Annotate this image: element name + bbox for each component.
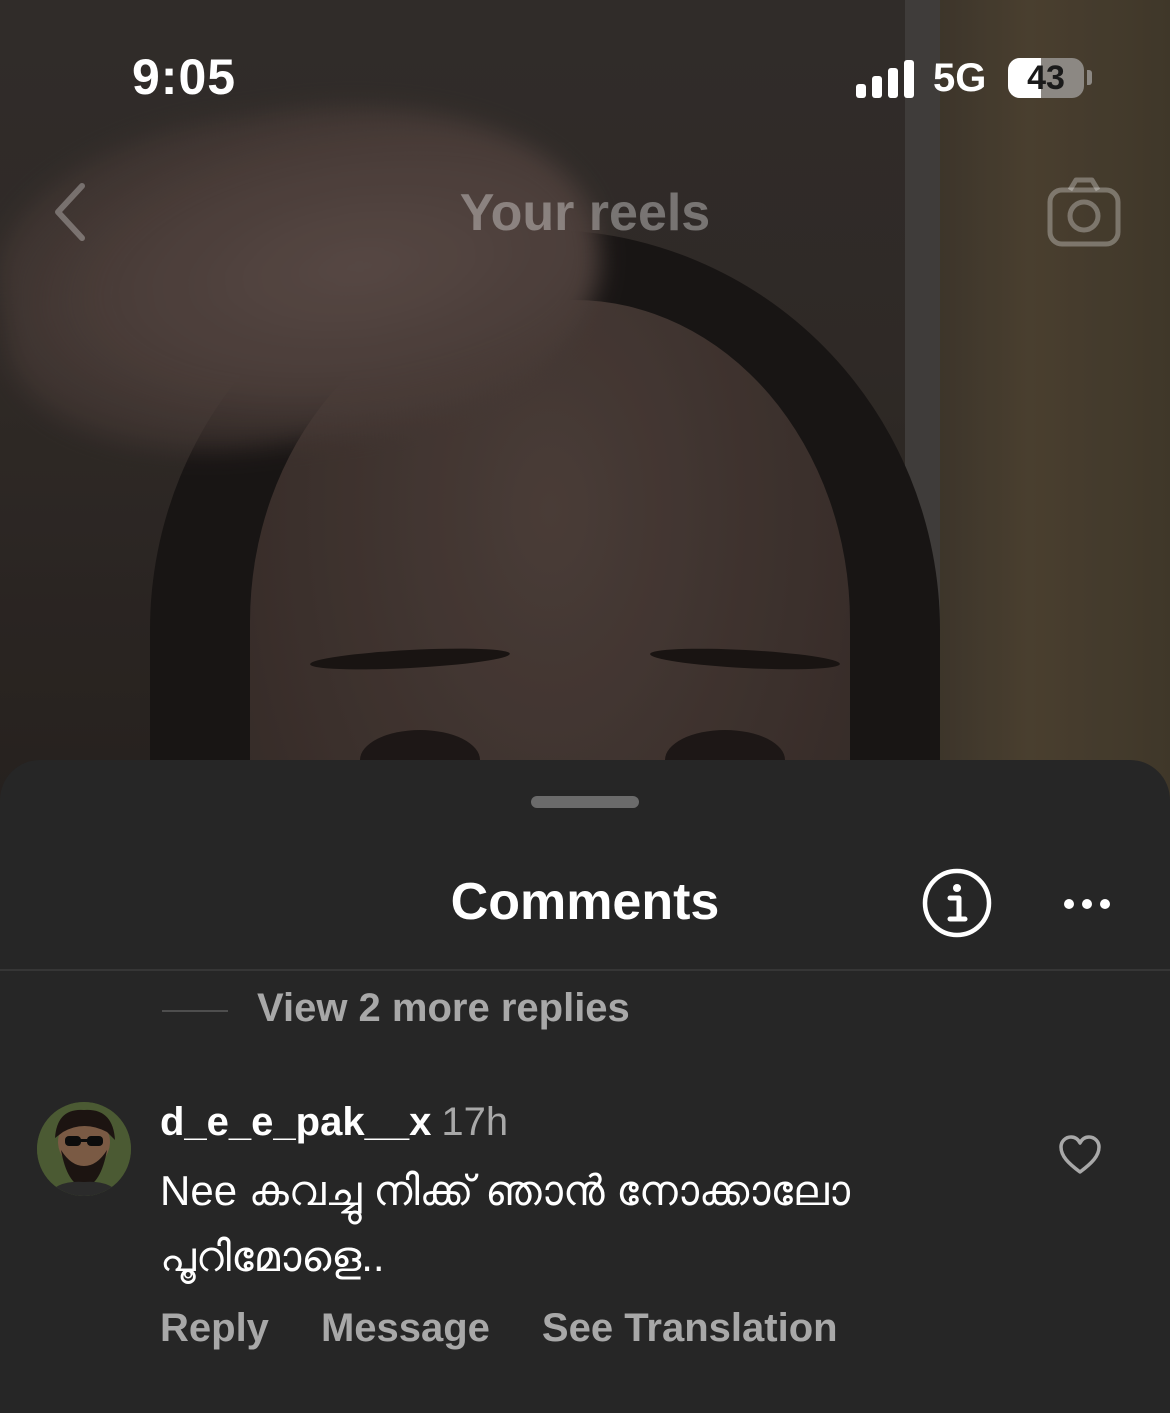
sheet-grabber[interactable]	[531, 796, 639, 808]
video-dim-overlay	[0, 0, 1170, 800]
view-more-replies-button[interactable]: View 2 more replies	[257, 986, 630, 1031]
comment-timestamp: 17h	[441, 1100, 509, 1144]
info-icon[interactable]	[922, 868, 992, 938]
reel-video-frame	[0, 0, 1170, 800]
header-divider	[0, 969, 1170, 971]
replies-line	[162, 1010, 228, 1012]
status-time: 9:05	[132, 49, 237, 105]
heart-icon[interactable]	[1058, 1134, 1102, 1176]
network-type: 5G	[933, 56, 987, 100]
battery-percent: 43	[1027, 59, 1065, 97]
comment-actions: Reply Message See Translation	[160, 1306, 838, 1351]
reply-button[interactable]: Reply	[160, 1306, 269, 1351]
avatar[interactable]	[37, 1102, 131, 1196]
message-button[interactable]: Message	[321, 1306, 490, 1351]
page-title: Your reels	[459, 184, 711, 242]
comment-text: Nee കവച്ചു നിക്ക് ഞാൻ നോക്കാലോ പൂറിമോളെ.…	[160, 1167, 851, 1280]
comments-sheet: Comments View 2 more replies d_e_e_pak__…	[0, 760, 1170, 1413]
battery-icon: 43	[1008, 58, 1084, 98]
camera-icon[interactable]	[1046, 176, 1122, 248]
comment-username[interactable]: d_e_e_pak__x	[160, 1100, 431, 1144]
cellular-signal-icon	[856, 58, 916, 98]
comment-author[interactable]: d_e_e_pak__x 17h	[160, 1100, 508, 1145]
battery-tip	[1087, 70, 1092, 85]
more-horizontal-icon[interactable]	[1060, 886, 1114, 922]
comments-title: Comments	[450, 873, 720, 931]
see-translation-button[interactable]: See Translation	[542, 1306, 838, 1351]
